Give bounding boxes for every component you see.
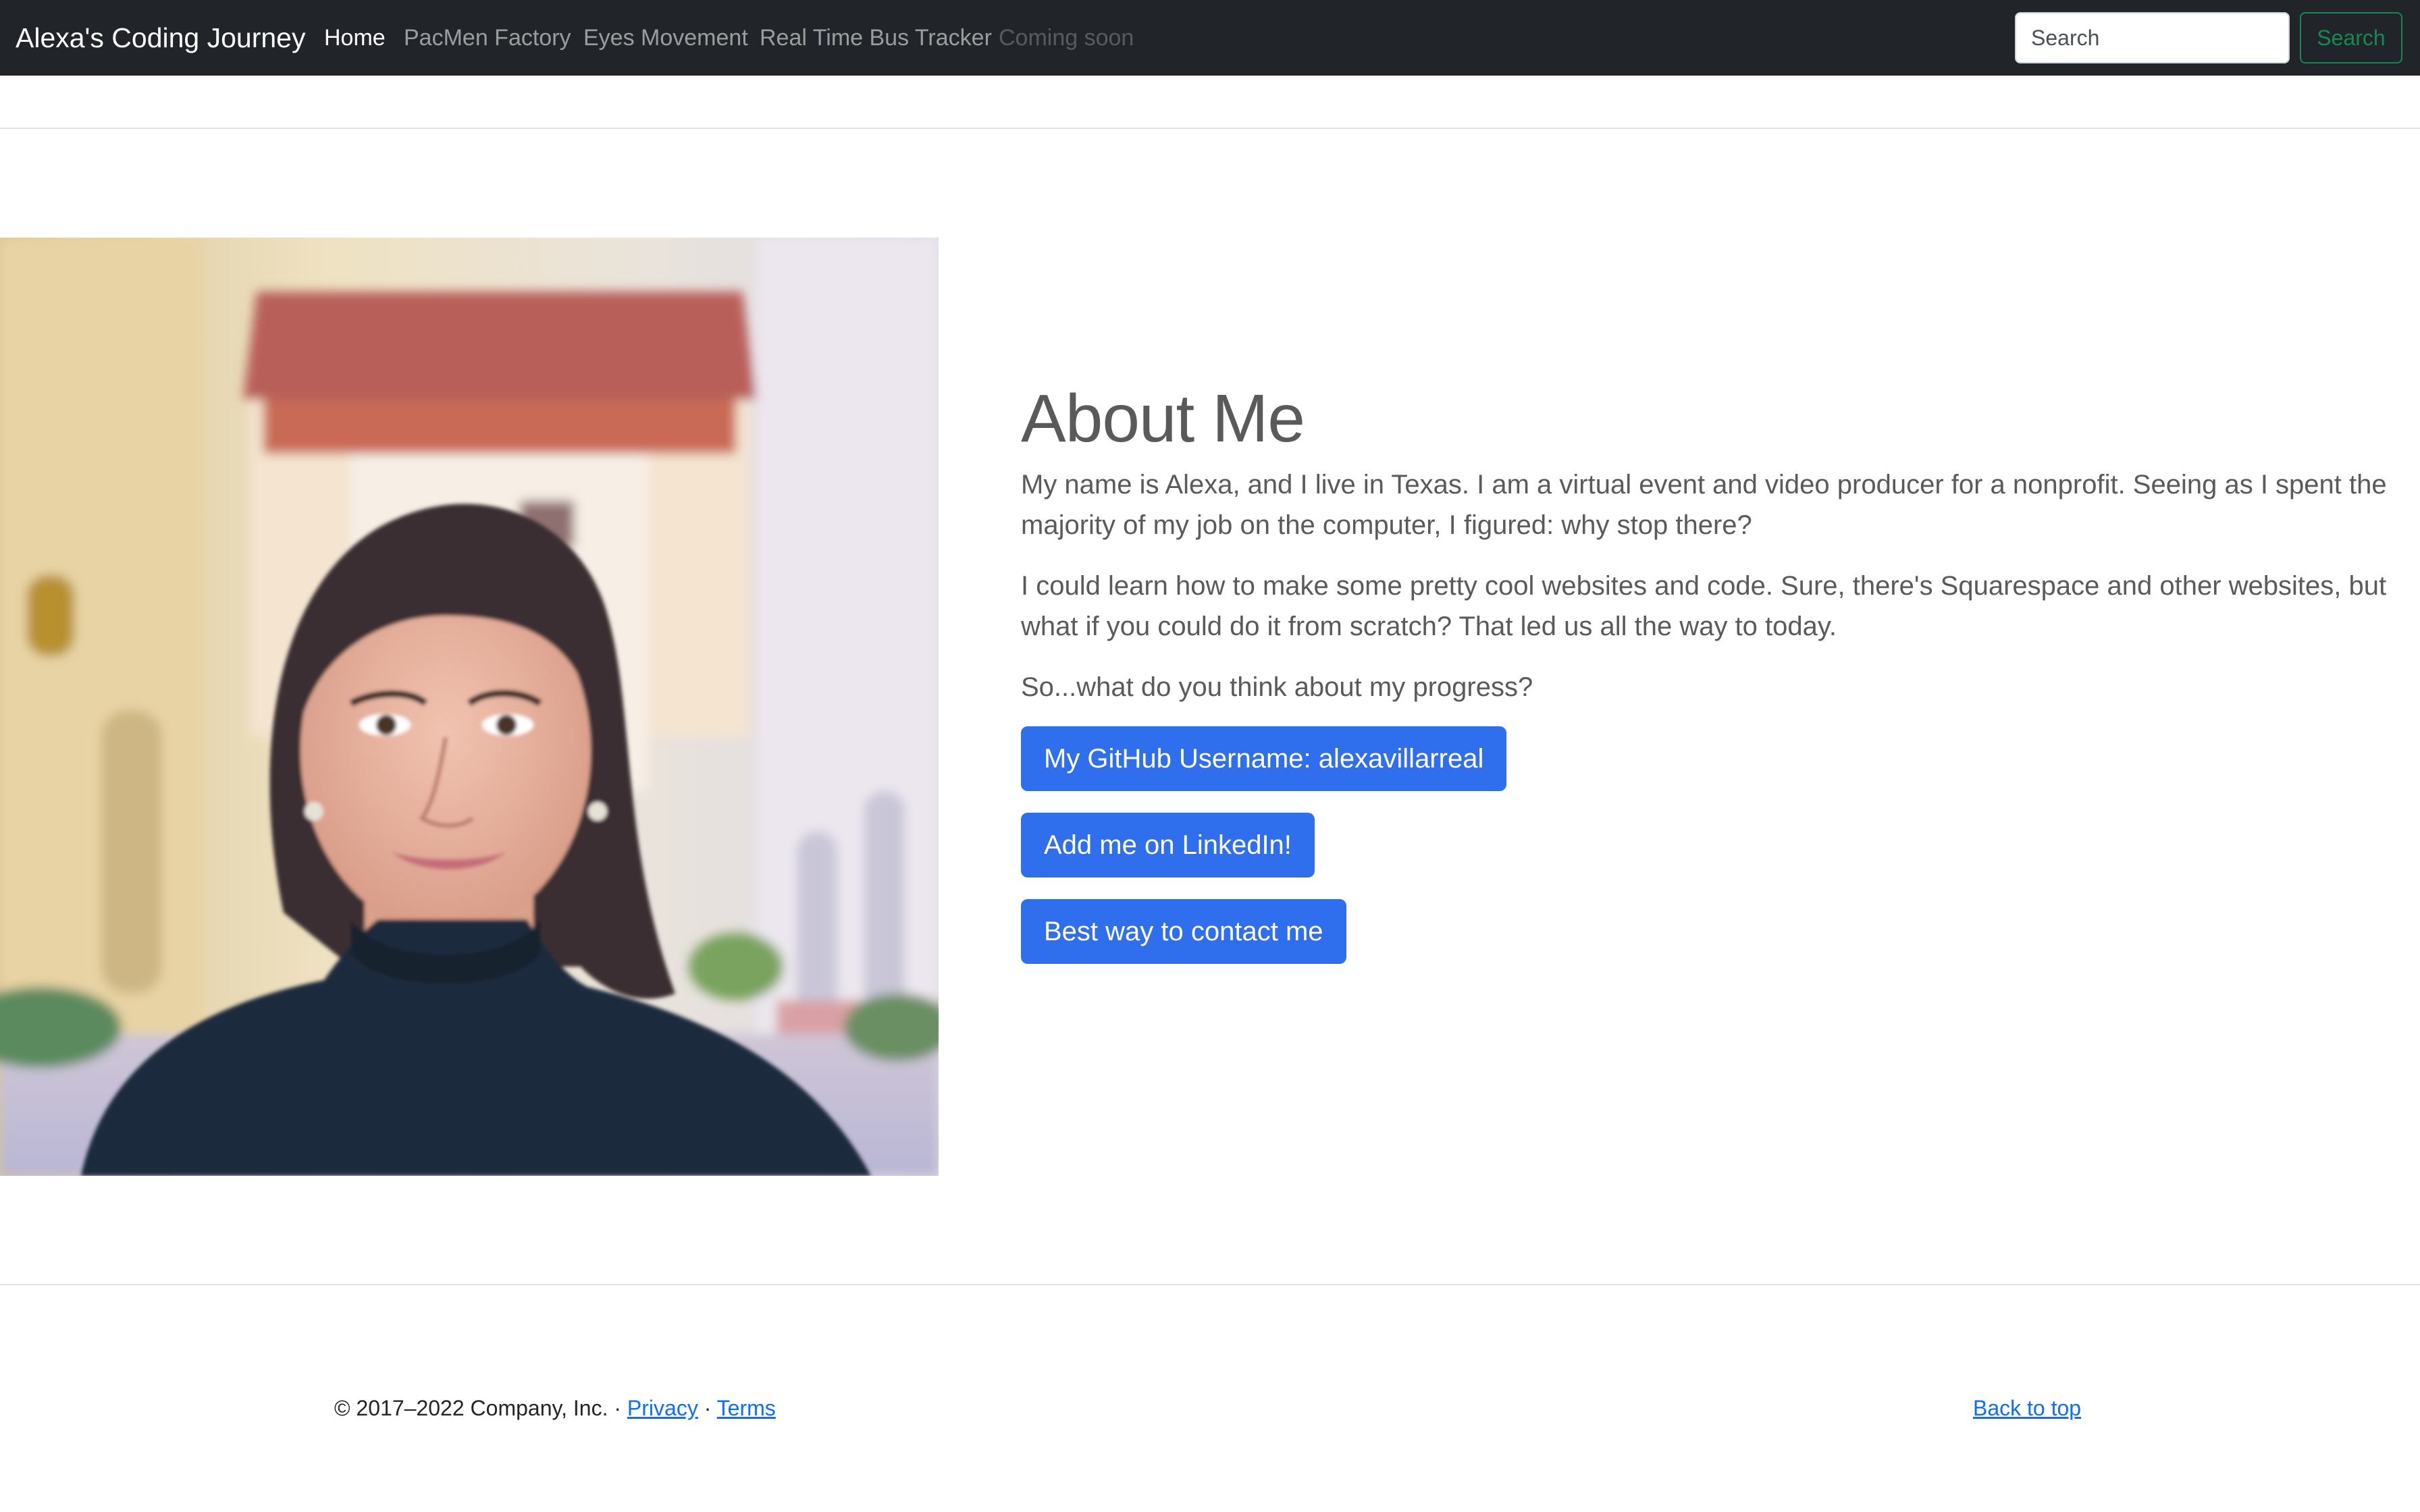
terms-link[interactable]: Terms bbox=[717, 1396, 776, 1420]
nav-link-coming-soon: Coming soon bbox=[999, 24, 1134, 51]
navbar: Alexa's Coding Journey Home PacMen Facto… bbox=[0, 0, 2420, 76]
featurette-divider-bottom bbox=[0, 1284, 2420, 1285]
search-button[interactable]: Search bbox=[2300, 12, 2402, 63]
contact-button[interactable]: Best way to contact me bbox=[1021, 899, 1346, 964]
back-to-top-link[interactable]: Back to top bbox=[1973, 1396, 2081, 1420]
github-button[interactable]: My GitHub Username: alexavillarreal bbox=[1021, 726, 1507, 791]
profile-photo bbox=[0, 238, 939, 1176]
navbar-brand[interactable]: Alexa's Coding Journey bbox=[16, 0, 305, 76]
featurette-divider-top bbox=[0, 128, 2420, 129]
nav-link-pacmen-factory[interactable]: PacMen Factory bbox=[404, 0, 571, 76]
linkedin-button[interactable]: Add me on LinkedIn! bbox=[1021, 813, 1315, 878]
nav-link-eyes-movement[interactable]: Eyes Movement bbox=[583, 0, 748, 76]
about-paragraph-3: So...what do you think about my progress… bbox=[1021, 672, 1533, 702]
copyright-text: © 2017–2022 Company, Inc. · bbox=[334, 1396, 627, 1420]
nav-link-home[interactable]: Home bbox=[324, 0, 386, 76]
about-paragraph-2: I could learn how to make some pretty co… bbox=[1021, 571, 2387, 641]
footer-separator: · bbox=[698, 1396, 717, 1420]
search-input[interactable] bbox=[2015, 12, 2290, 63]
nav-link-bus-tracker[interactable]: Real Time Bus Tracker bbox=[760, 0, 992, 76]
footer-copyright: © 2017–2022 Company, Inc. · Privacy · Te… bbox=[334, 1396, 776, 1421]
footer-back-to-top: Back to top bbox=[1973, 1396, 2081, 1421]
about-paragraph-1: My name is Alexa, and I live in Texas. I… bbox=[1021, 470, 2387, 540]
about-section: About Me My name is Alexa, and I live in… bbox=[1021, 378, 2398, 986]
about-heading: About Me bbox=[1021, 381, 1305, 456]
privacy-link[interactable]: Privacy bbox=[627, 1396, 698, 1420]
